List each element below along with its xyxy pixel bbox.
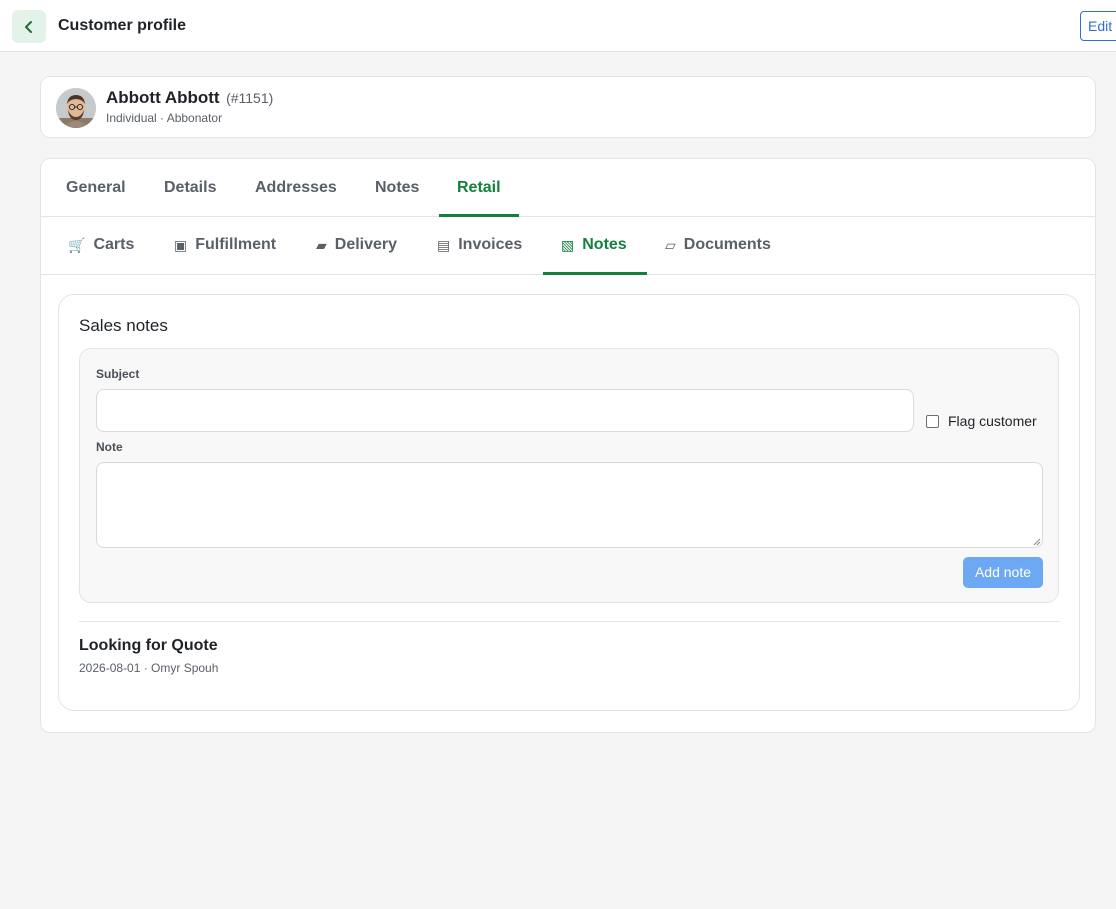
flag-customer-checkbox[interactable]	[926, 414, 939, 428]
note-label: Note	[96, 440, 123, 454]
back-button[interactable]	[12, 10, 46, 43]
subtab-invoices[interactable]: ▤ Invoices	[437, 236, 522, 254]
note-entry-title: Looking for Quote	[79, 637, 218, 654]
subject-label: Subject	[96, 367, 140, 381]
subtab-documents[interactable]: ▱ Documents	[665, 236, 771, 254]
subject-input[interactable]	[96, 389, 914, 432]
profile-card: Abbott Abbott (#1151) Individual · Abbon…	[40, 76, 1096, 138]
customer-subtitle: Individual · Abbonator	[106, 111, 223, 125]
active-subtab-indicator	[543, 272, 647, 275]
primary-tabs: General Details Addresses Notes Retail	[41, 159, 1095, 217]
customer-id: (#1151)	[226, 90, 274, 106]
subtab-carts[interactable]: 🛒 Carts	[68, 236, 134, 254]
invoice-icon: ▤	[437, 236, 451, 253]
add-note-button[interactable]: Add note	[963, 557, 1043, 588]
tab-notes[interactable]: Notes	[375, 179, 419, 197]
resize-handle-icon[interactable]	[1033, 538, 1041, 546]
tab-addresses[interactable]: Addresses	[255, 179, 337, 197]
page-title: Customer profile	[58, 17, 187, 34]
document-icon: ▱	[665, 236, 676, 253]
chevron-left-icon	[25, 20, 32, 33]
subtab-notes[interactable]: ▧ Notes	[561, 236, 627, 254]
sales-notes-panel: Sales notes Subject Flag customer Note A…	[58, 294, 1080, 711]
tab-retail[interactable]: Retail	[457, 179, 501, 197]
flag-customer-label: Flag customer	[948, 413, 1037, 429]
box-icon: ▣	[174, 236, 188, 253]
top-bar: Customer profile Edit	[0, 0, 1116, 52]
truck-icon: ▰	[316, 236, 327, 253]
tab-general[interactable]: General	[66, 179, 126, 197]
avatar	[56, 88, 96, 128]
main-card: General Details Addresses Notes Retail 🛒…	[40, 158, 1096, 733]
subtab-fulfillment[interactable]: ▣ Fulfillment	[174, 236, 276, 254]
notes-icon: ▧	[561, 236, 575, 253]
note-textarea[interactable]	[96, 462, 1043, 548]
cart-icon: 🛒	[68, 236, 86, 253]
divider	[79, 621, 1060, 622]
tab-details[interactable]: Details	[164, 179, 216, 197]
customer-name: Abbott Abbott	[106, 88, 220, 107]
subtab-delivery[interactable]: ▰ Delivery	[316, 236, 397, 254]
secondary-tabs: 🛒 Carts ▣ Fulfillment ▰ Delivery ▤ Invoi…	[41, 217, 1095, 275]
flag-customer-toggle[interactable]: Flag customer	[926, 413, 1037, 429]
note-entry-meta: 2026-08-01 · Omyr Spouh	[79, 661, 219, 675]
panel-title: Sales notes	[79, 316, 168, 335]
note-form: Subject Flag customer Note Add note	[79, 348, 1059, 603]
edit-button[interactable]: Edit	[1080, 11, 1116, 41]
